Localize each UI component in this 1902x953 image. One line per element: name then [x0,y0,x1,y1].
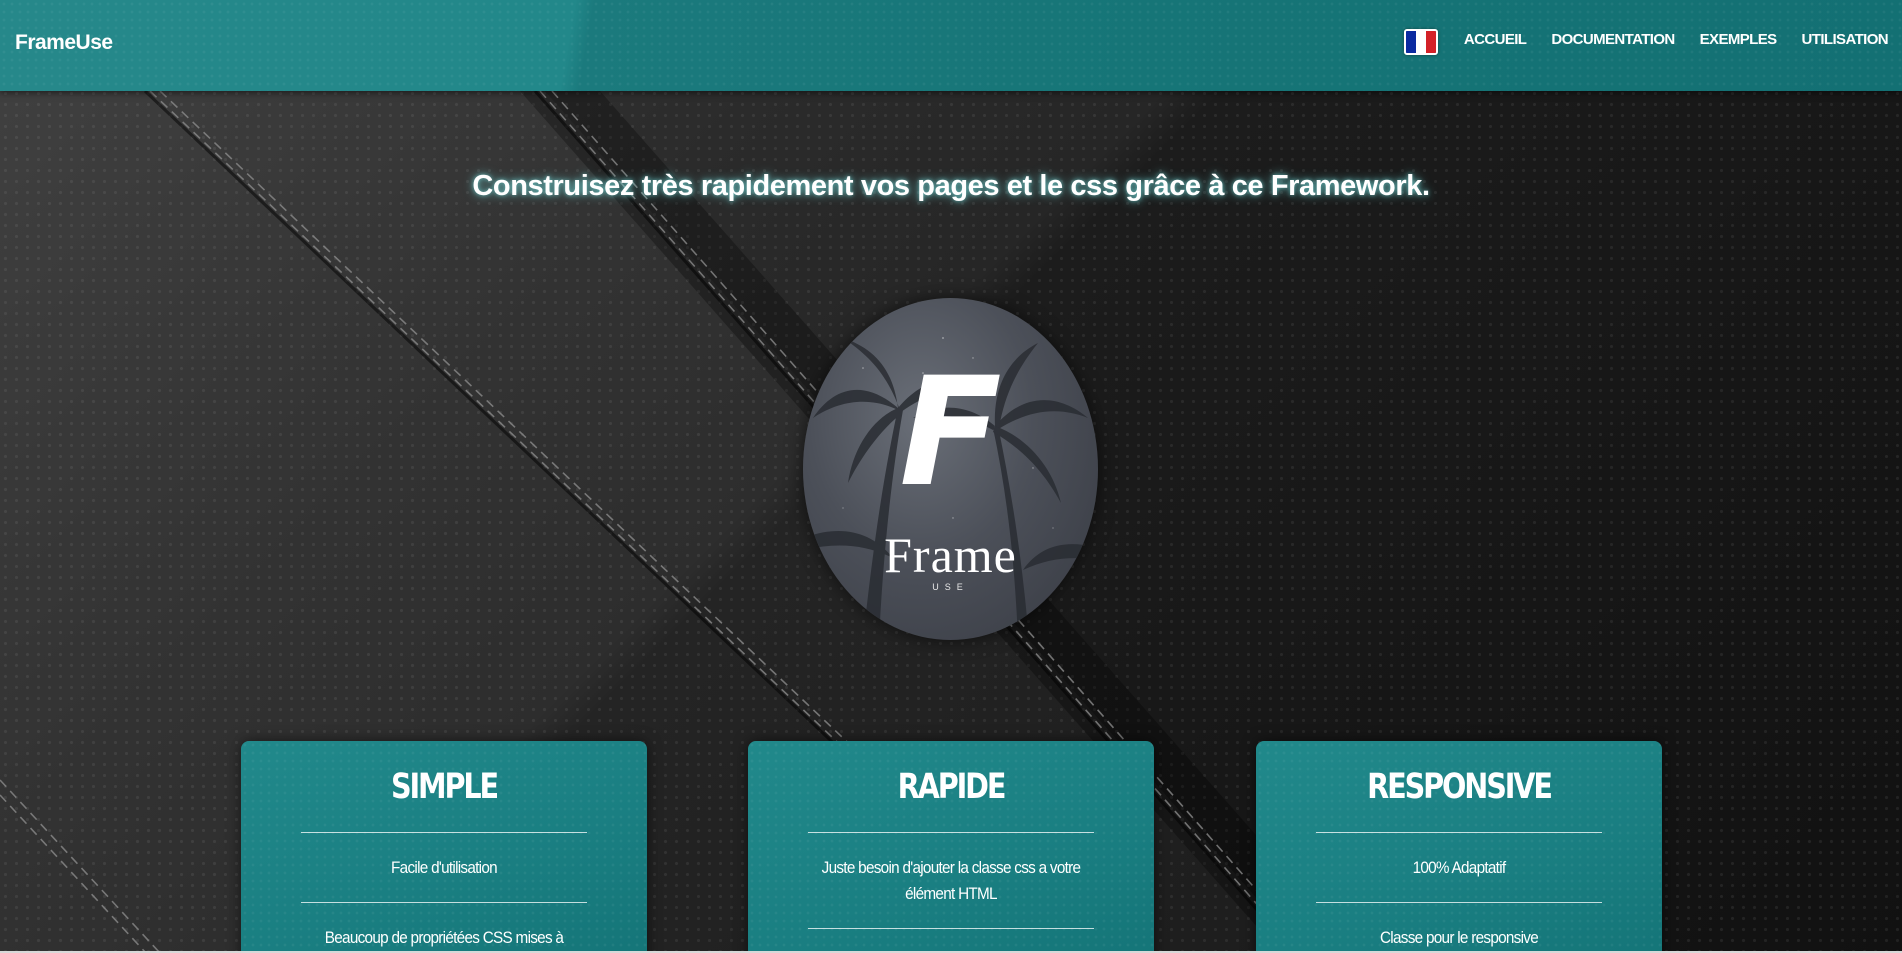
logo-letter: F [899,346,1002,520]
card-title: SIMPLE [390,767,499,807]
feature-card-simple: SIMPLE Facile d'utilisation Beaucoup de … [241,741,647,953]
card-feature-line: Classe pour le responsive [1379,928,1539,947]
card-divider [808,928,1094,929]
main-nav: ACCUEIL DOCUMENTATION EXEMPLES UTILISATI… [1439,31,1889,48]
logo-wordmark: Frame [884,527,1017,583]
card-title: RESPONSIVE [1367,767,1553,807]
page: FrameUse ACCUEIL DOCUMENTATION EXEMPLES … [0,0,1902,953]
hero-tagline: Construisez très rapidement vos pages et… [472,170,1430,202]
card-title: RAPIDE [897,767,1007,807]
nav-link-documentation[interactable]: DOCUMENTATION [1551,31,1675,48]
nav-link-exemples[interactable]: EXEMPLES [1700,31,1777,48]
feature-card-responsive: RESPONSIVE 100% Adaptatif Classe pour le… [1256,741,1662,953]
brand-logo-text[interactable]: FrameUse [15,31,113,55]
french-flag-icon[interactable] [1404,29,1438,55]
frameuse-logo-medallion: F Frame USE [803,298,1098,640]
top-navbar: FrameUse ACCUEIL DOCUMENTATION EXEMPLES … [0,0,1902,91]
card-feature-line: 100% Adaptatif [1412,858,1507,877]
nav-link-utilisation[interactable]: UTILISATION [1802,31,1889,48]
nav-link-accueil[interactable]: ACCUEIL [1464,31,1527,48]
card-feature-line: Beaucoup de propriétées CSS mises à disp… [324,928,564,947]
logo-subtext: USE [932,582,969,592]
card-feature-line: Juste besoin d'ajouter la classe css a v… [821,858,1081,903]
feature-card-rapide: RAPIDE Juste besoin d'ajouter la classe … [748,741,1154,953]
card-feature-line: Facile d'utilisation [391,858,498,877]
